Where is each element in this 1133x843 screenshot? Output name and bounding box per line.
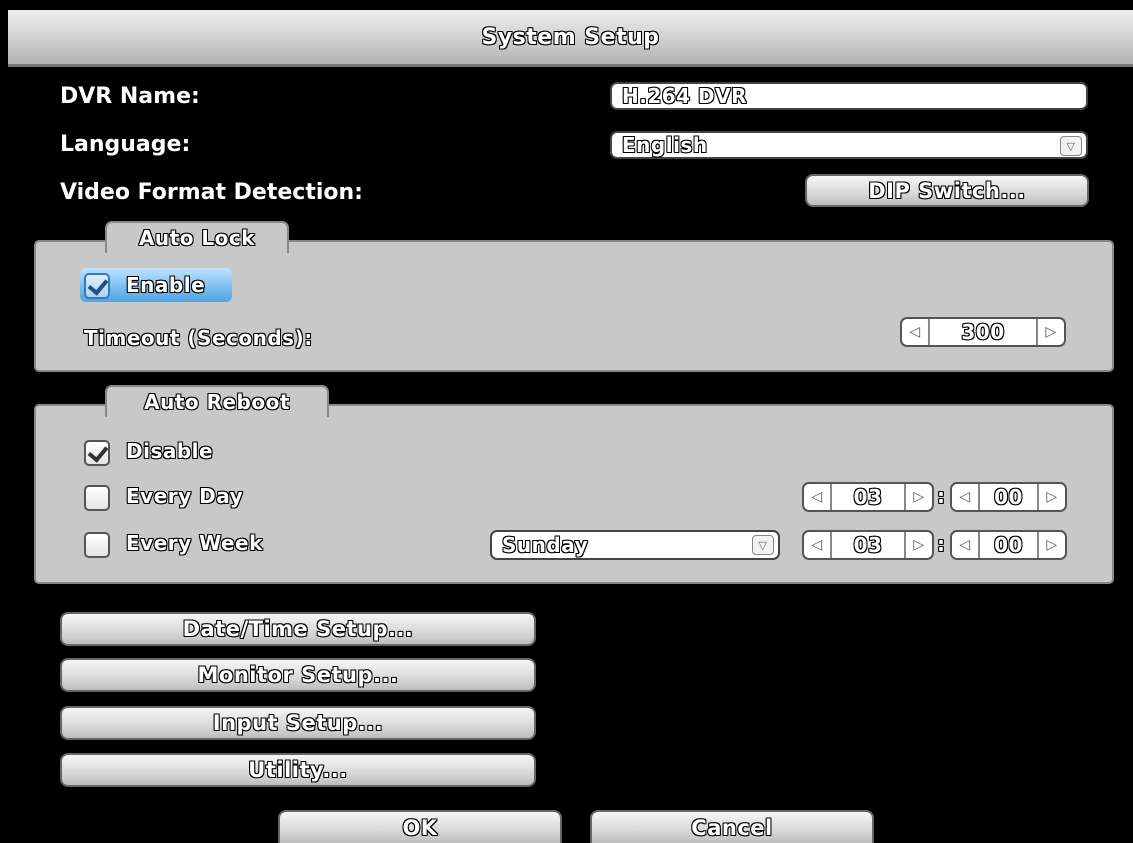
dvr-name-label: DVR Name: xyxy=(60,84,200,109)
enable-checkbox[interactable] xyxy=(84,273,110,299)
window-title: System Setup xyxy=(8,10,1133,67)
every-week-label[interactable]: Every Week xyxy=(126,531,263,555)
right-arrow-icon[interactable]: ▷ xyxy=(904,532,932,558)
every-day-minute-value: 00 xyxy=(994,485,1023,509)
language-label: Language: xyxy=(60,132,191,157)
every-week-hour-value: 03 xyxy=(853,533,883,557)
every-week-checkbox[interactable] xyxy=(84,532,110,558)
chevron-down-icon[interactable]: ▽ xyxy=(752,535,774,555)
left-arrow-icon[interactable]: ◁ xyxy=(902,319,930,345)
chevron-down-icon[interactable]: ▽ xyxy=(1060,136,1082,156)
every-day-label[interactable]: Every Day xyxy=(126,484,243,508)
every-week-minute-spinner[interactable]: ◁ 00 ▷ xyxy=(950,530,1067,560)
left-arrow-icon[interactable]: ◁ xyxy=(804,484,832,510)
left-arrow-icon[interactable]: ◁ xyxy=(952,484,980,510)
language-value: English xyxy=(622,133,708,157)
auto-reboot-tab: Auto Reboot xyxy=(105,385,329,417)
input-setup-button[interactable]: Input Setup... xyxy=(60,706,536,740)
video-format-label: Video Format Detection: xyxy=(60,180,363,205)
right-arrow-icon[interactable]: ▷ xyxy=(904,484,932,510)
left-arrow-icon[interactable]: ◁ xyxy=(952,532,980,558)
left-arrow-icon[interactable]: ◁ xyxy=(804,532,832,558)
every-day-checkbox[interactable] xyxy=(84,485,110,511)
dvr-name-value: H.264 DVR xyxy=(622,84,748,108)
enable-label[interactable]: Enable xyxy=(126,273,205,297)
disable-checkbox[interactable] xyxy=(84,440,110,466)
auto-lock-tab: Auto Lock xyxy=(105,221,289,253)
monitor-setup-button[interactable]: Monitor Setup... xyxy=(60,658,536,692)
datetime-setup-button[interactable]: Date/Time Setup... xyxy=(60,612,536,646)
auto-lock-panel xyxy=(34,240,1114,372)
every-week-minute-value: 00 xyxy=(994,533,1023,557)
timeout-value: 300 xyxy=(961,320,1005,344)
every-week-hour-spinner[interactable]: ◁ 03 ▷ xyxy=(802,530,934,560)
every-day-hour-value: 03 xyxy=(853,485,883,509)
every-day-hour-spinner[interactable]: ◁ 03 ▷ xyxy=(802,482,934,512)
time-separator: : xyxy=(937,484,946,508)
dip-switch-button[interactable]: DIP Switch... xyxy=(805,174,1089,207)
language-select[interactable]: English ▽ xyxy=(610,131,1088,159)
right-arrow-icon[interactable]: ▷ xyxy=(1036,319,1064,345)
time-separator: : xyxy=(937,532,946,556)
timeout-label: Timeout (Seconds): xyxy=(84,326,313,350)
utility-button[interactable]: Utility... xyxy=(60,753,536,787)
dvr-name-input[interactable]: H.264 DVR xyxy=(610,82,1088,110)
right-arrow-icon[interactable]: ▷ xyxy=(1037,532,1065,558)
right-arrow-icon[interactable]: ▷ xyxy=(1037,484,1065,510)
timeout-spinner[interactable]: ◁ 300 ▷ xyxy=(900,317,1066,347)
every-day-minute-spinner[interactable]: ◁ 00 ▷ xyxy=(950,482,1067,512)
cancel-button[interactable]: Cancel xyxy=(590,810,874,843)
ok-button[interactable]: OK xyxy=(278,810,562,843)
disable-label[interactable]: Disable xyxy=(126,439,213,463)
weekday-select[interactable]: Sunday ▽ xyxy=(490,530,780,560)
weekday-value: Sunday xyxy=(502,533,589,557)
